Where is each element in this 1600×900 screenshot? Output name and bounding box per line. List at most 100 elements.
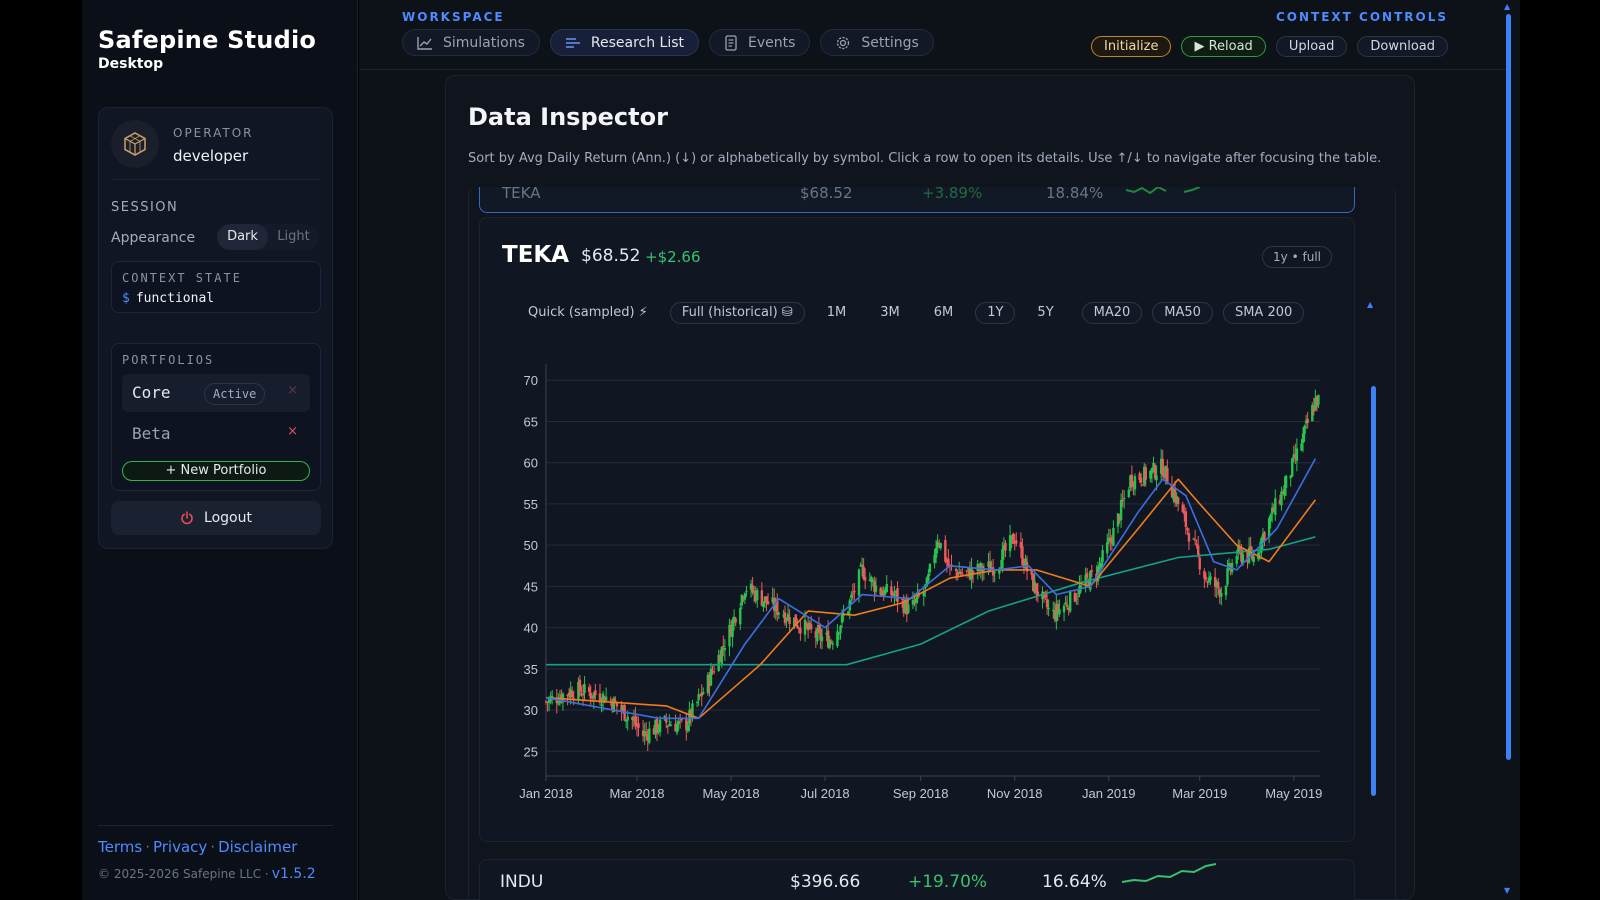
research-table[interactable]: TEKA $68.52 +3.89% 18.84% TEKA $68.52 +$…: [468, 187, 1396, 900]
x-tick-label: Jan 2018: [519, 786, 573, 801]
avatar[interactable]: [111, 120, 159, 168]
download-button[interactable]: Download: [1357, 36, 1448, 57]
portfolio-item-core[interactable]: Core Active ×: [122, 374, 310, 412]
row-return: +19.70%: [908, 872, 988, 892]
appearance-light-option[interactable]: Light: [268, 224, 319, 250]
candle-body: [631, 717, 634, 720]
active-badge: Active: [204, 383, 266, 405]
appearance-label: Appearance: [111, 230, 196, 246]
portfolios-label: PORTFOLIOS: [122, 353, 215, 367]
terms-link[interactable]: Terms: [98, 838, 142, 856]
candle-body: [939, 542, 942, 549]
range-3m-button[interactable]: 3M: [868, 302, 912, 324]
candle-body: [1122, 497, 1126, 499]
candle-body: [1301, 433, 1305, 444]
table-row[interactable]: INDU $396.66 +19.70% 16.64%: [479, 859, 1355, 900]
range-6m-button[interactable]: 6M: [922, 302, 966, 324]
detail-price: $68.52: [581, 246, 641, 266]
candle-body: [777, 612, 781, 615]
range-1y-button[interactable]: 1Y: [975, 302, 1016, 324]
upload-button[interactable]: Upload: [1275, 36, 1348, 57]
y-tick-label: 60: [524, 456, 538, 471]
quick-sampled-button[interactable]: Quick (sampled) ⚡: [516, 302, 660, 324]
candle-body: [1252, 556, 1255, 563]
candle-body: [745, 590, 748, 592]
table-scrollbar[interactable]: [1371, 386, 1376, 796]
page-scroll-up-arrow[interactable]: ▲: [1504, 2, 1510, 11]
logout-label: Logout: [204, 510, 252, 526]
ma20-button[interactable]: MA20: [1081, 302, 1143, 324]
initialize-button[interactable]: Initialize: [1091, 36, 1172, 57]
full-historical-button[interactable]: Full (historical) ⛁: [669, 302, 805, 324]
candle-body: [1101, 550, 1104, 562]
sma200-button[interactable]: SMA 200: [1222, 302, 1305, 324]
tab-settings[interactable]: Settings: [820, 29, 934, 56]
chart-line-icon: [417, 36, 432, 50]
portfolio-name: Beta: [132, 424, 171, 443]
candle-body: [734, 618, 737, 623]
workspace-tabs: Simulations Research List Events Setting…: [402, 29, 934, 56]
table-row-selected[interactable]: TEKA $68.52 +3.89% 18.84%: [479, 187, 1355, 213]
tab-events[interactable]: Events: [709, 29, 811, 56]
candle-body: [1015, 540, 1018, 544]
tab-research-list[interactable]: Research List: [549, 29, 700, 56]
candle-body: [594, 690, 597, 696]
candle-body: [803, 619, 807, 635]
candle-body: [637, 723, 640, 728]
candle-body: [1196, 545, 1200, 555]
candle-body: [860, 564, 864, 567]
candle-body: [669, 725, 673, 727]
candle-body: [1195, 543, 1198, 546]
candle-body: [1141, 484, 1144, 486]
logout-button[interactable]: Logout: [111, 501, 321, 535]
candle-body: [695, 701, 699, 703]
y-tick-label: 65: [524, 414, 538, 429]
page-scroll-down-arrow[interactable]: ▼: [1504, 886, 1510, 895]
candle-body: [1300, 443, 1303, 451]
copyright: © 2025-2026 Safepine LLC · v1.5.2: [98, 866, 316, 882]
y-tick-label: 50: [524, 538, 538, 553]
portfolio-item-beta[interactable]: Beta ×: [122, 415, 310, 453]
appearance-toggle[interactable]: Dark Light: [217, 224, 319, 250]
candle-body: [820, 636, 824, 642]
privacy-link[interactable]: Privacy: [153, 838, 207, 856]
appearance-dark-option[interactable]: Dark: [217, 224, 268, 250]
candle-body: [1306, 418, 1309, 423]
page-scrollbar[interactable]: [1506, 14, 1511, 760]
price-chart[interactable]: 25 30 35 40 45 50 55 60 65 70 Jan 2018 Mar 2018 May …: [498, 358, 1338, 828]
remove-portfolio-icon[interactable]: ×: [287, 424, 298, 439]
y-tick-label: 25: [524, 744, 538, 759]
candle-body: [1076, 595, 1080, 597]
candle-body: [1112, 527, 1115, 546]
candle-body: [828, 640, 831, 648]
context-controls: Initialize ▶ Reload Upload Download: [1091, 36, 1448, 57]
gear-icon: [837, 36, 850, 49]
candle-body: [837, 633, 841, 635]
candle-body: [677, 720, 680, 725]
candle-body: [1291, 458, 1294, 477]
candle-body: [851, 593, 855, 595]
candle-body: [675, 724, 679, 733]
scroll-up-arrow[interactable]: ▲: [1367, 300, 1373, 309]
main-area: WORKSPACE Simulations Research List Even…: [359, 0, 1520, 900]
remove-portfolio-icon[interactable]: ×: [287, 383, 298, 398]
candle-body: [1062, 605, 1066, 613]
candle-body: [1021, 546, 1024, 565]
candle-body: [1058, 609, 1061, 615]
new-portfolio-button[interactable]: + New Portfolio: [122, 461, 310, 481]
tab-simulations[interactable]: Simulations: [402, 29, 540, 56]
candle-body: [1073, 593, 1077, 602]
range-1m-button[interactable]: 1M: [815, 302, 859, 324]
candle-body: [857, 569, 861, 596]
ma50-button[interactable]: MA50: [1152, 302, 1213, 324]
candle-body: [557, 703, 560, 705]
candle-body: [609, 699, 612, 701]
range-5y-button[interactable]: 5Y: [1025, 302, 1065, 324]
candle-body: [788, 617, 791, 624]
candle-body: [740, 595, 744, 606]
detail-change: +$2.66: [645, 248, 701, 266]
reload-button[interactable]: ▶ Reload: [1181, 36, 1266, 57]
candle-body: [1045, 599, 1049, 608]
disclaimer-link[interactable]: Disclaimer: [218, 838, 297, 856]
candle-body: [885, 583, 888, 593]
